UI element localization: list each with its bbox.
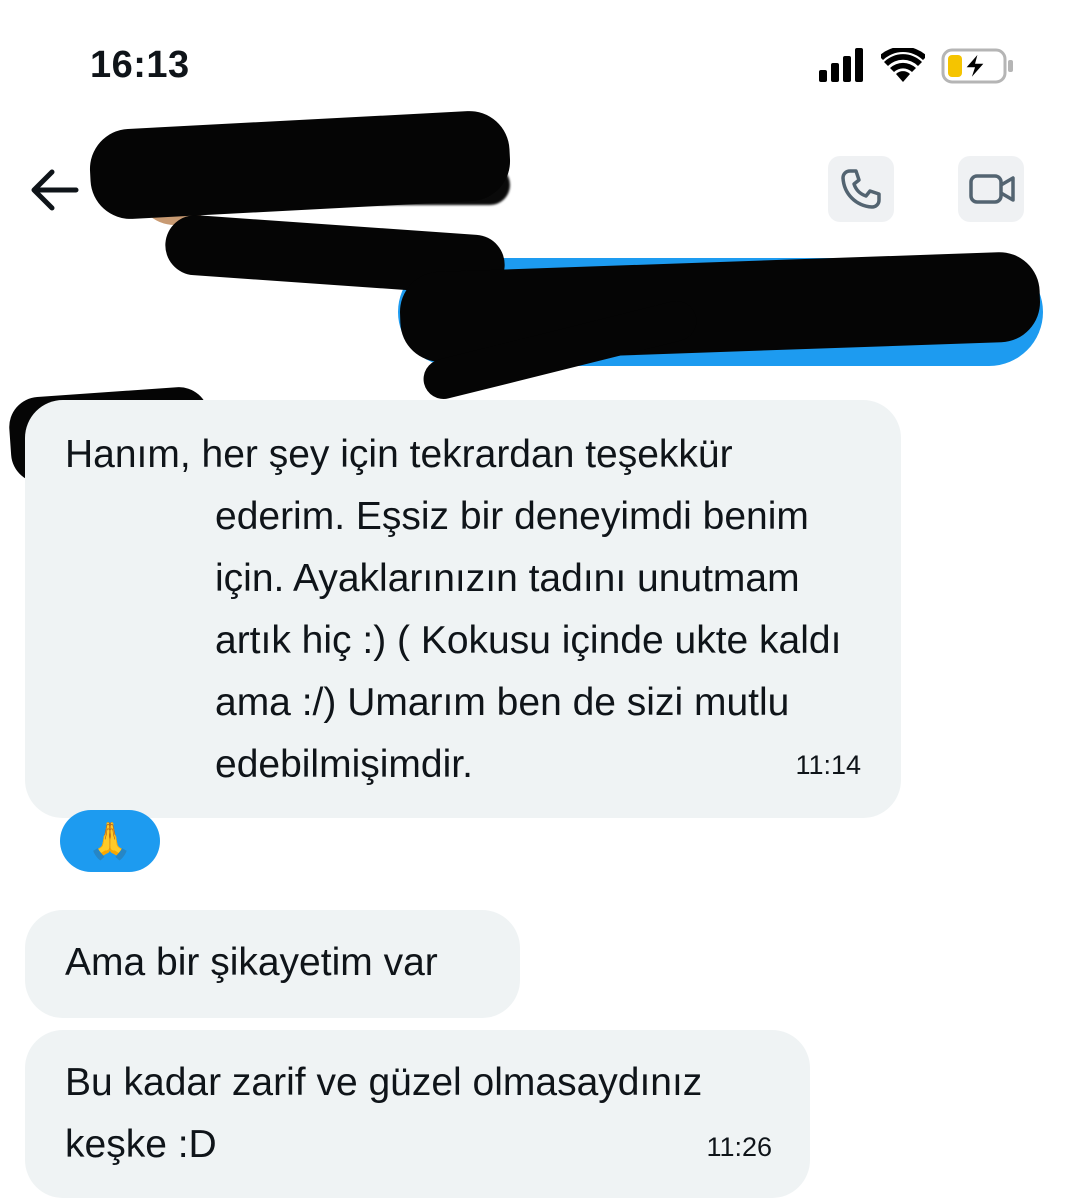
phone-call-button[interactable] <box>828 156 894 222</box>
video-camera-icon <box>969 174 1015 204</box>
incoming-message-bubble[interactable]: Hanım, her şey için tekrardan teşekkür e… <box>25 400 901 818</box>
video-call-button[interactable] <box>958 156 1024 222</box>
battery-charging-icon <box>941 48 1013 84</box>
incoming-message-bubble[interactable]: Bu kadar zarif ve güzel olmasaydınız keş… <box>25 1030 810 1198</box>
status-time: 16:13 <box>90 44 190 86</box>
back-button[interactable] <box>26 162 86 218</box>
incoming-message-bubble[interactable]: Ama bir şikayetim var <box>25 910 520 1018</box>
status-bar: 16:13 <box>0 0 1069 130</box>
message-reaction[interactable]: 🙏 <box>60 810 160 872</box>
message-text: Hanım, her şey için tekrardan teşekkür e… <box>65 433 842 786</box>
message-text: Bu kadar zarif ve güzel olmasaydınız keş… <box>65 1061 703 1166</box>
message-timestamp: 11:14 <box>795 750 861 780</box>
phone-icon <box>841 169 881 209</box>
message-timestamp: 11:26 <box>706 1132 772 1162</box>
wifi-icon <box>881 48 925 82</box>
message-text: Ama bir şikayetim var <box>65 941 438 984</box>
status-icons <box>819 48 1019 88</box>
arrow-left-icon <box>31 169 79 211</box>
cellular-signal-icon <box>819 48 863 82</box>
